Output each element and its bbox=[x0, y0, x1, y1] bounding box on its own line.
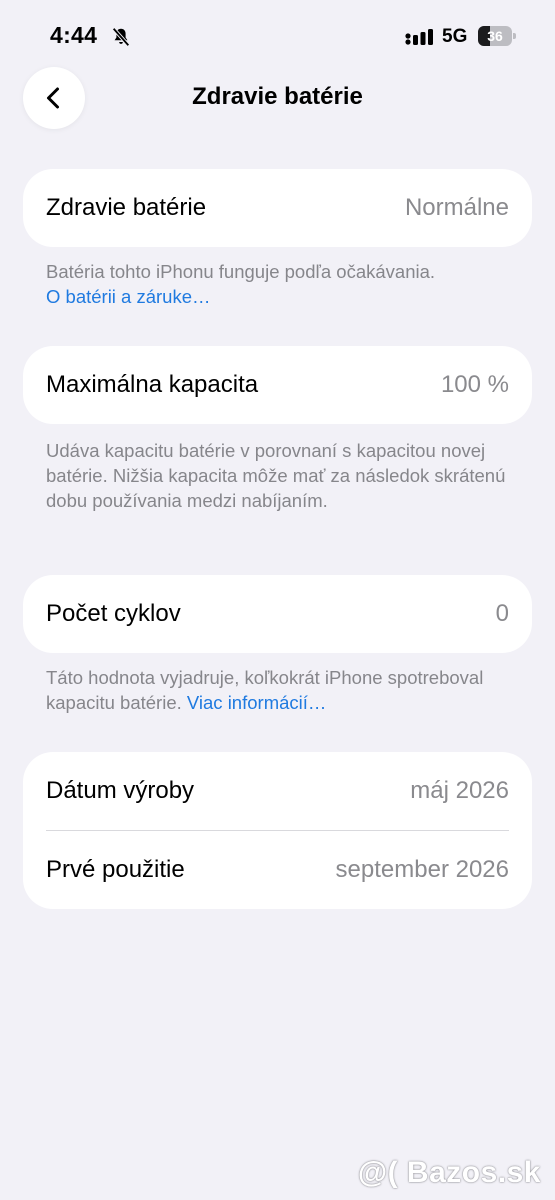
max-capacity-label: Maximálna kapacita bbox=[46, 371, 259, 398]
cycle-count-footnote: Táto hodnota vyjadruje, koľkokrát iPhone… bbox=[46, 665, 516, 715]
cycle-count-label: Počet cyklov bbox=[46, 600, 181, 627]
battery-health-row: Zdravie batérie Normálne bbox=[23, 169, 532, 247]
status-bar: 4:44 5G 36 bbox=[0, 0, 555, 72]
battery-health-footnote-text: Batéria tohto iPhonu funguje podľa očaká… bbox=[46, 261, 436, 282]
more-info-link[interactable]: Viac informácií… bbox=[187, 692, 326, 713]
max-capacity-card: Maximálna kapacita 100 % bbox=[23, 346, 532, 424]
max-capacity-row: Maximálna kapacita 100 % bbox=[23, 346, 532, 424]
back-button[interactable] bbox=[23, 67, 85, 129]
dates-card: Dátum výroby máj 2026 Prvé použitie sept… bbox=[23, 752, 532, 909]
battery-icon: 36 bbox=[478, 26, 516, 46]
manufacture-date-value: máj 2026 bbox=[410, 777, 509, 804]
cycle-count-row: Počet cyklov 0 bbox=[23, 575, 532, 653]
battery-health-card: Zdravie batérie Normálne bbox=[23, 169, 532, 247]
manufacture-date-row: Dátum výroby máj 2026 bbox=[23, 752, 532, 830]
battery-health-footnote: Batéria tohto iPhonu funguje podľa očaká… bbox=[46, 259, 516, 309]
cycle-count-card: Počet cyklov 0 bbox=[23, 575, 532, 653]
cellular-signal-icon bbox=[405, 29, 433, 45]
battery-warranty-link[interactable]: O batérii a záruke… bbox=[46, 286, 211, 307]
cycle-count-value: 0 bbox=[495, 600, 509, 627]
first-use-label: Prvé použitie bbox=[46, 856, 185, 883]
status-time: 4:44 bbox=[50, 22, 98, 48]
manufacture-date-label: Dátum výroby bbox=[46, 777, 195, 804]
first-use-row: Prvé použitie september 2026 bbox=[23, 831, 532, 909]
battery-health-value: Normálne bbox=[404, 194, 509, 221]
first-use-value: september 2026 bbox=[335, 856, 509, 883]
battery-health-label: Zdravie batérie bbox=[46, 194, 207, 221]
bell-slash-icon bbox=[112, 27, 130, 47]
max-capacity-value: 100 % bbox=[440, 371, 509, 398]
watermark: @( Bazos.sk bbox=[357, 1156, 541, 1189]
page-title: Zdravie batérie bbox=[192, 83, 363, 110]
battery-level: 36 bbox=[487, 28, 503, 44]
max-capacity-footnote: Udáva kapacitu batérie v porovnaní s kap… bbox=[46, 440, 506, 511]
chevron-left-icon bbox=[47, 87, 59, 109]
network-type: 5G bbox=[442, 26, 468, 47]
